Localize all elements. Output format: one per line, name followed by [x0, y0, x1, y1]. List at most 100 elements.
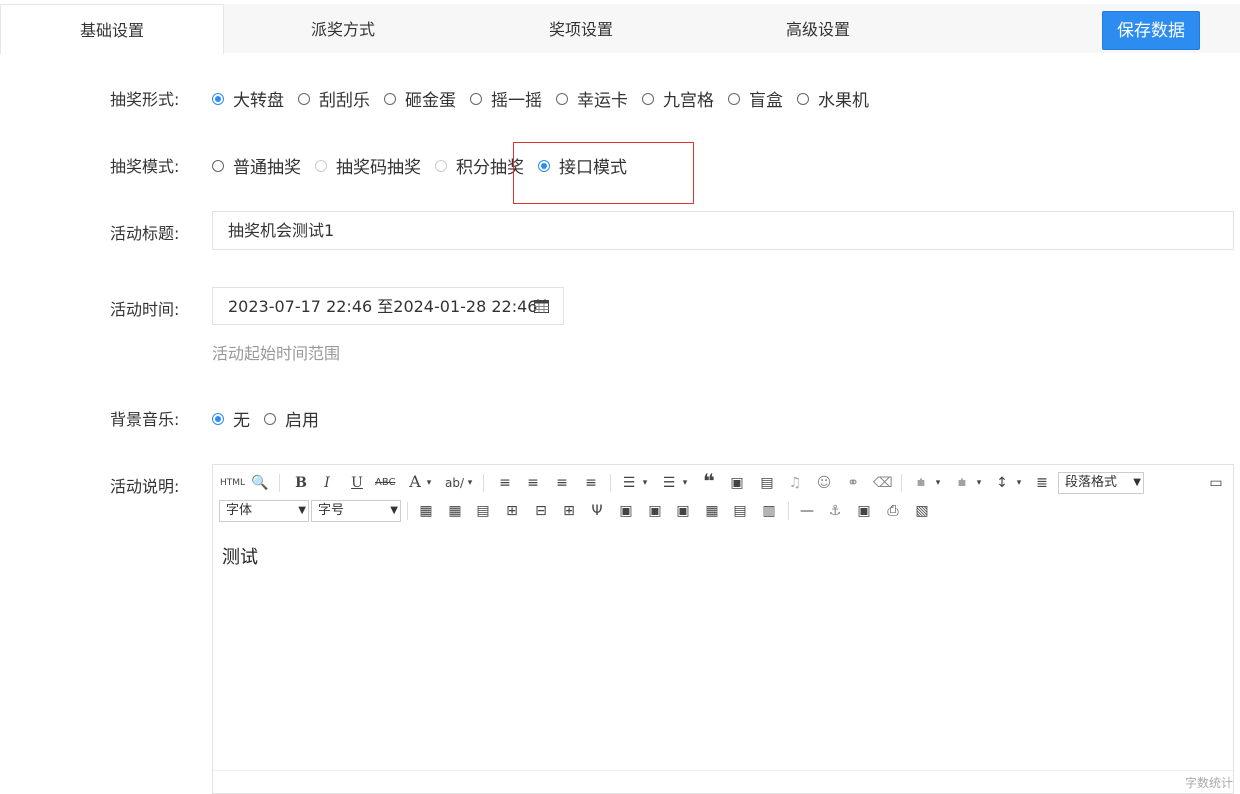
radio-unchecked-icon	[797, 92, 809, 105]
radio-disabled-icon	[315, 159, 327, 172]
font-family-select[interactable]: 字体 ▼	[219, 500, 309, 522]
print-icon[interactable]: ⎙	[885, 503, 901, 519]
eraser-icon[interactable]: ⌫	[873, 475, 893, 491]
radio-option[interactable]: 砸金蛋	[384, 86, 456, 111]
save-button[interactable]: 保存数据	[1102, 11, 1200, 50]
radio-label: 刮刮乐	[319, 91, 370, 111]
align-center-icon[interactable]: ≡	[525, 475, 541, 491]
radio-option[interactable]: 大转盘	[212, 86, 284, 111]
image-icon[interactable]: ▣	[729, 475, 745, 491]
chevron-down-icon[interactable]: ▾	[1014, 475, 1024, 491]
blockquote-icon[interactable]: ❝	[701, 471, 717, 491]
font-size-select[interactable]: 字号 ▼	[311, 500, 401, 522]
chevron-down-icon[interactable]: ▾	[640, 475, 650, 491]
split-rows-icon[interactable]: ▤	[732, 503, 748, 519]
tab-advanced-settings[interactable]: 高级设置	[709, 4, 927, 53]
title-input[interactable]: 抽奖机会测试1	[212, 211, 1234, 250]
insert-paragraph-icon[interactable]: ▤	[475, 503, 491, 519]
paste-icon[interactable]: ▧	[914, 503, 930, 519]
ordered-list-icon[interactable]: ☰	[621, 475, 637, 491]
date-range-input[interactable]: 2023-07-17 22:46 至2024-01-28 22:46	[212, 287, 564, 325]
insert-frame-icon[interactable]: ▣	[856, 503, 872, 519]
video-icon[interactable]: ▤	[759, 475, 775, 491]
calendar-icon	[534, 299, 549, 313]
radio-unchecked-icon	[556, 92, 568, 105]
radio-option[interactable]: 普通抽奖	[212, 153, 301, 178]
radio-checked-icon	[212, 92, 224, 105]
merge-right-icon[interactable]: ▣	[647, 503, 663, 519]
radio-option[interactable]: 幸运卡	[556, 86, 628, 111]
radio-label: 无	[233, 411, 250, 431]
delete-col-icon[interactable]: Ψ	[589, 503, 605, 519]
delete-table-icon[interactable]: ▦	[447, 503, 463, 519]
radio-disabled-icon	[435, 159, 447, 172]
tab-prize-settings[interactable]: 奖项设置	[472, 4, 690, 53]
radio-unchecked-icon	[264, 412, 276, 425]
insert-row-icon[interactable]: ⊞	[504, 503, 520, 519]
word-count: 字数统计	[1184, 776, 1233, 790]
fullscreen-icon[interactable]: ▭	[1208, 475, 1224, 491]
delete-row-icon[interactable]: ⊟	[533, 503, 549, 519]
radio-unchecked-icon	[728, 92, 740, 105]
split-cols-icon[interactable]: ▥	[761, 503, 777, 519]
italic-icon[interactable]: I	[319, 475, 335, 491]
radio-option[interactable]: 无	[212, 406, 250, 431]
align-left-icon[interactable]: ≡	[497, 475, 513, 491]
html-source-icon[interactable]: HTML	[220, 475, 245, 491]
align-justify-icon[interactable]: ≡	[583, 475, 599, 491]
chevron-down-icon: ▼	[298, 505, 306, 516]
bold-icon[interactable]: B	[293, 475, 309, 491]
chevron-down-icon[interactable]: ▾	[933, 475, 943, 491]
chevron-down-icon: ▼	[390, 505, 398, 516]
radio-option[interactable]: 水果机	[797, 86, 869, 111]
preview-icon[interactable]: 🔍	[251, 475, 268, 491]
format-painter-icon[interactable]: ab∕	[445, 475, 464, 491]
radio-label: 大转盘	[233, 91, 284, 111]
radio-option[interactable]: 盲盒	[728, 86, 783, 111]
emoji-icon[interactable]: ☺	[816, 475, 832, 491]
music-label: 背景音乐:	[110, 410, 180, 429]
font-color-icon[interactable]: A	[407, 474, 423, 490]
tab-prize-distribution[interactable]: 派奖方式	[234, 4, 452, 53]
radio-unchecked-icon	[384, 92, 396, 105]
unordered-list-icon[interactable]: ☰	[661, 475, 677, 491]
rich-text-editor[interactable]: HTML 🔍 B I U ABC A ▾ ab∕ ▾ ≡ ≡ ≡ ≡ ☰ ▾ ☰…	[212, 464, 1234, 794]
editor-content[interactable]: 测试	[222, 543, 258, 569]
radio-option[interactable]: 摇一摇	[470, 86, 542, 111]
radio-option[interactable]: 积分抽奖	[435, 153, 524, 178]
merge-down-icon[interactable]: ▣	[675, 503, 691, 519]
indent-icon[interactable]: ≣	[1034, 475, 1050, 491]
radio-label: 砸金蛋	[405, 91, 456, 111]
chevron-down-icon[interactable]: ▾	[974, 475, 984, 491]
tab-basic-settings[interactable]: 基础设置	[0, 4, 224, 54]
paragraph-format-select[interactable]: 段落格式 ▼	[1058, 472, 1144, 494]
radio-option[interactable]: 九宫格	[642, 86, 714, 111]
anchor-icon[interactable]: ⚓	[827, 503, 843, 519]
line-height-icon[interactable]: ↕	[994, 475, 1010, 491]
split-cells-icon[interactable]: ▦	[704, 503, 720, 519]
radio-unchecked-icon	[642, 92, 654, 105]
merge-cells-icon[interactable]: ▣	[618, 503, 634, 519]
row-spacing-top-icon[interactable]: ⩧	[913, 475, 929, 491]
radio-option[interactable]: 抽奖码抽奖	[315, 153, 421, 178]
link-icon[interactable]: ⚭	[845, 475, 861, 491]
radio-option[interactable]: 刮刮乐	[298, 86, 370, 111]
radio-unchecked-icon	[298, 92, 310, 105]
music-icon[interactable]: ♫	[787, 475, 803, 491]
chevron-down-icon[interactable]: ▾	[465, 475, 475, 491]
strikethrough-icon[interactable]: ABC	[375, 475, 396, 491]
insert-table-icon[interactable]: ▦	[418, 503, 434, 519]
insert-col-icon[interactable]: ⊞	[561, 503, 577, 519]
tab-bar: 基础设置 派奖方式 奖项设置 高级设置	[0, 4, 1240, 54]
chevron-down-icon[interactable]: ▾	[680, 475, 690, 491]
radio-option[interactable]: 启用	[264, 406, 319, 431]
radio-unchecked-icon	[470, 92, 482, 105]
row-spacing-bottom-icon[interactable]: ⩧	[954, 475, 970, 491]
underline-icon[interactable]: U	[349, 475, 365, 491]
toolbar-separator	[610, 474, 611, 492]
chevron-down-icon[interactable]: ▾	[424, 475, 434, 491]
align-right-icon[interactable]: ≡	[554, 475, 570, 491]
toolbar-separator	[407, 502, 408, 520]
horizontal-rule-icon[interactable]: —	[799, 503, 815, 519]
title-label: 活动标题:	[110, 224, 180, 243]
